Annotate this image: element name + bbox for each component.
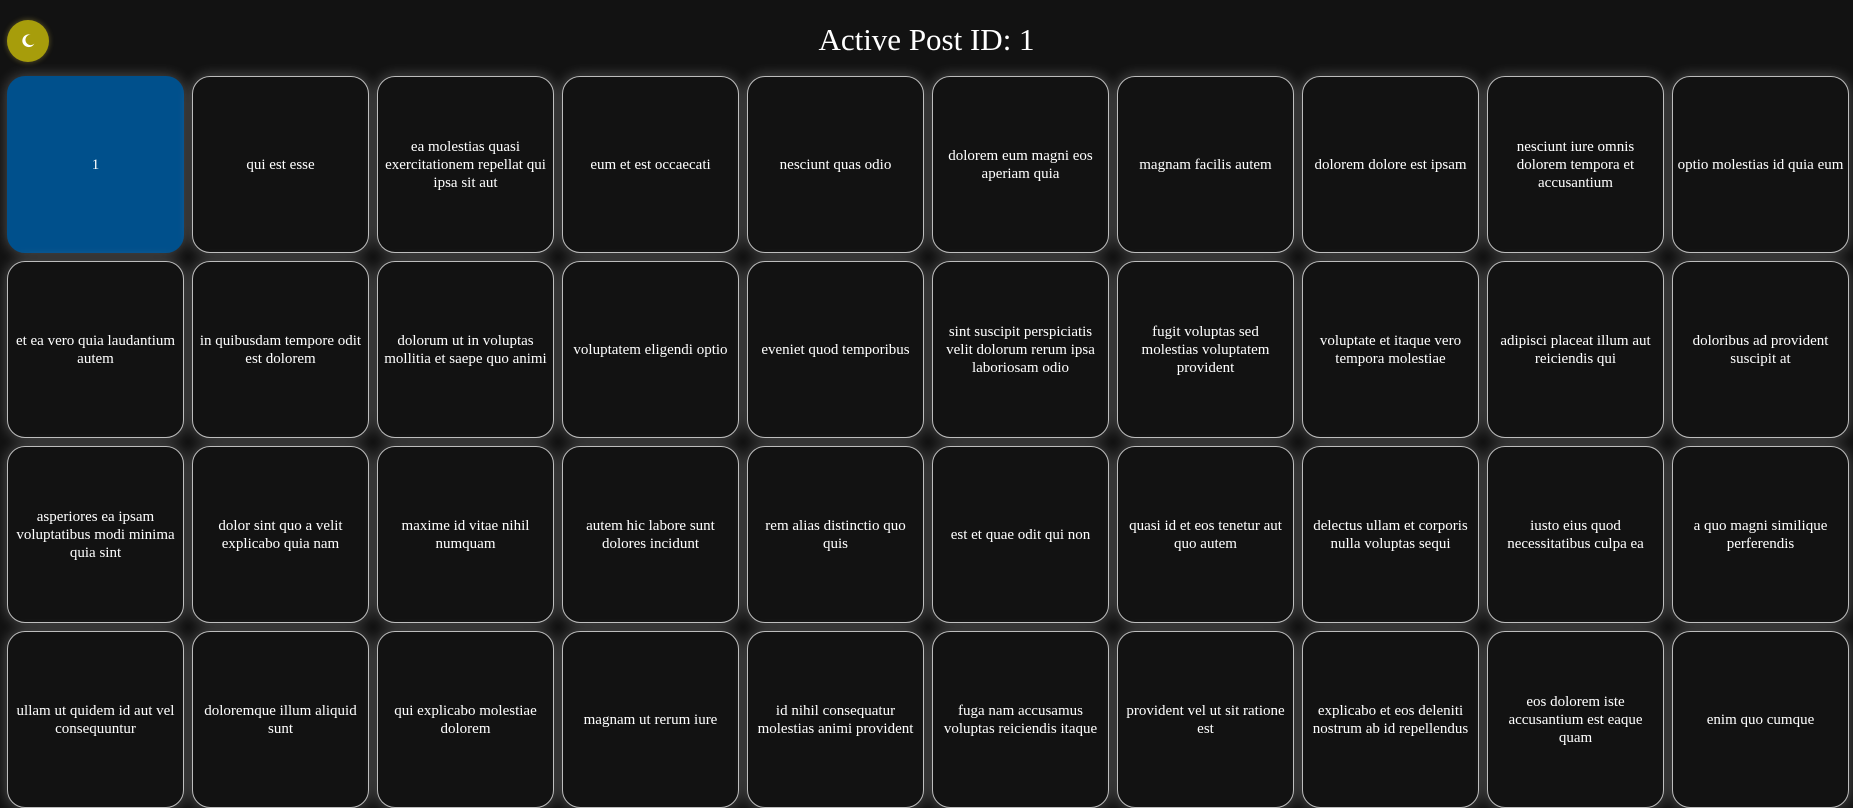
post-card-label: doloribus ad provident suscipit at xyxy=(1692,332,1829,367)
post-grid: 1 qui est esse ea molestias quasi exercita… xyxy=(7,76,1849,808)
post-card-label: explicabo et eos deleniti nostrum ab id … xyxy=(1312,702,1469,737)
post-card[interactable]: rem alias distinctio quo quis xyxy=(747,446,924,623)
post-card-label: maxime id vitae nihil numquam xyxy=(401,517,530,552)
post-card-label: nesciunt iure omnis dolorem tempora et a… xyxy=(1516,138,1635,191)
post-card-label: quasi id et eos tenetur aut quo autem xyxy=(1129,517,1282,552)
post-card-label: optio molestias id quia eum xyxy=(1677,156,1844,173)
post-card[interactable]: eos dolorem iste accusantium est eaque q… xyxy=(1487,631,1664,808)
post-card[interactable]: magnam facilis autem xyxy=(1117,76,1294,253)
post-card-label: qui est esse xyxy=(246,156,315,173)
post-card-label: a quo magni similique perferendis xyxy=(1693,517,1828,552)
post-card[interactable]: delectus ullam et corporis nulla volupta… xyxy=(1302,446,1479,623)
post-card-label: eveniet quod temporibus xyxy=(761,341,910,358)
post-card-label: asperiores ea ipsam voluptatibus modi mi… xyxy=(16,508,175,561)
post-card[interactable]: dolor sint quo a velit explicabo quia na… xyxy=(192,446,369,623)
post-card[interactable]: dolorem dolore est ipsam xyxy=(1302,76,1479,253)
post-card[interactable]: adipisci placeat illum aut reiciendis qu… xyxy=(1487,261,1664,438)
post-card-label: eos dolorem iste accusantium est eaque q… xyxy=(1508,693,1643,746)
post-card-label: adipisci placeat illum aut reiciendis qu… xyxy=(1500,332,1651,367)
post-card-label: in quibusdam tempore odit est dolorem xyxy=(199,332,362,367)
post-card[interactable]: ea molestias quasi exercitationem repell… xyxy=(377,76,554,253)
post-card[interactable]: eum et est occaecati xyxy=(562,76,739,253)
post-card[interactable]: doloremque illum aliquid sunt xyxy=(192,631,369,808)
post-card-label: et ea vero quia laudantium autem xyxy=(15,332,176,367)
post-card-label: iusto eius quod necessitatibus culpa ea xyxy=(1507,517,1644,552)
post-card-label: enim quo cumque xyxy=(1706,711,1815,728)
post-card-label: dolor sint quo a velit explicabo quia na… xyxy=(218,517,343,552)
post-card[interactable]: sint suscipit perspiciatis velit dolorum… xyxy=(932,261,1109,438)
post-card-label: magnam facilis autem xyxy=(1139,156,1272,173)
post-card[interactable]: a quo magni similique perferendis xyxy=(1672,446,1849,623)
post-card[interactable]: ullam ut quidem id aut vel consequuntur xyxy=(7,631,184,808)
post-card[interactable]: eveniet quod temporibus xyxy=(747,261,924,438)
post-card[interactable]: dolorem eum magni eos aperiam quia xyxy=(932,76,1109,253)
post-card[interactable]: et ea vero quia laudantium autem xyxy=(7,261,184,438)
post-card-label: 1 xyxy=(91,156,100,173)
post-card[interactable]: fuga nam accusamus voluptas reiciendis i… xyxy=(932,631,1109,808)
page-title: Active Post ID: 1 xyxy=(818,22,1035,57)
post-card[interactable]: qui explicabo molestiae dolorem xyxy=(377,631,554,808)
post-card[interactable]: provident vel ut sit ratione est xyxy=(1117,631,1294,808)
post-card-label: dolorem dolore est ipsam xyxy=(1314,156,1467,173)
post-card[interactable]: fugit voluptas sed molestias voluptatem … xyxy=(1117,261,1294,438)
post-card-label: autem hic labore sunt dolores incidunt xyxy=(586,517,715,552)
post-card[interactable]: optio molestias id quia eum xyxy=(1672,76,1849,253)
post-card-active[interactable]: 1 xyxy=(7,76,184,253)
post-card[interactable]: doloribus ad provident suscipit at xyxy=(1672,261,1849,438)
post-card[interactable]: iusto eius quod necessitatibus culpa ea xyxy=(1487,446,1664,623)
post-card-label: eum et est occaecati xyxy=(590,156,711,173)
post-card[interactable]: id nihil consequatur molestias animi pro… xyxy=(747,631,924,808)
post-card-label: provident vel ut sit ratione est xyxy=(1126,702,1285,737)
post-card[interactable]: qui est esse xyxy=(192,76,369,253)
post-card[interactable]: explicabo et eos deleniti nostrum ab id … xyxy=(1302,631,1479,808)
post-card[interactable]: magnam ut rerum iure xyxy=(562,631,739,808)
post-card-label: fuga nam accusamus voluptas reiciendis i… xyxy=(943,702,1098,737)
post-card[interactable]: voluptate et itaque vero tempora molesti… xyxy=(1302,261,1479,438)
post-card[interactable]: in quibusdam tempore odit est dolorem xyxy=(192,261,369,438)
post-card-label: voluptatem eligendi optio xyxy=(573,341,728,358)
post-card-label: fugit voluptas sed molestias voluptatem … xyxy=(1141,323,1270,376)
post-card-label: ea molestias quasi exercitationem repell… xyxy=(385,138,546,191)
post-card[interactable]: est et quae odit qui non xyxy=(932,446,1109,623)
post-card-label: id nihil consequatur molestias animi pro… xyxy=(757,702,914,737)
post-card[interactable]: nesciunt iure omnis dolorem tempora et a… xyxy=(1487,76,1664,253)
post-card[interactable]: dolorum ut in voluptas mollitia et saepe… xyxy=(377,261,554,438)
post-card[interactable]: enim quo cumque xyxy=(1672,631,1849,808)
post-card-label: nesciunt quas odio xyxy=(779,156,892,173)
post-card-label: delectus ullam et corporis nulla volupta… xyxy=(1313,517,1468,552)
post-card-label: voluptate et itaque vero tempora molesti… xyxy=(1319,332,1462,367)
post-card-label: est et quae odit qui non xyxy=(950,526,1091,543)
post-card[interactable]: nesciunt quas odio xyxy=(747,76,924,253)
post-card-label: rem alias distinctio quo quis xyxy=(765,517,906,552)
post-card[interactable]: asperiores ea ipsam voluptatibus modi mi… xyxy=(7,446,184,623)
post-card[interactable]: voluptatem eligendi optio xyxy=(562,261,739,438)
post-card-label: qui explicabo molestiae dolorem xyxy=(394,702,537,737)
post-card[interactable]: quasi id et eos tenetur aut quo autem xyxy=(1117,446,1294,623)
post-card-label: dolorum ut in voluptas mollitia et saepe… xyxy=(384,332,547,367)
post-card-label: ullam ut quidem id aut vel consequuntur xyxy=(16,702,175,737)
post-card[interactable]: autem hic labore sunt dolores incidunt xyxy=(562,446,739,623)
post-card-label: sint suscipit perspiciatis velit dolorum… xyxy=(946,323,1095,376)
post-card-label: doloremque illum aliquid sunt xyxy=(204,702,357,737)
post-card-label: dolorem eum magni eos aperiam quia xyxy=(948,147,1093,182)
post-card[interactable]: maxime id vitae nihil numquam xyxy=(377,446,554,623)
post-card-label: magnam ut rerum iure xyxy=(583,711,718,728)
